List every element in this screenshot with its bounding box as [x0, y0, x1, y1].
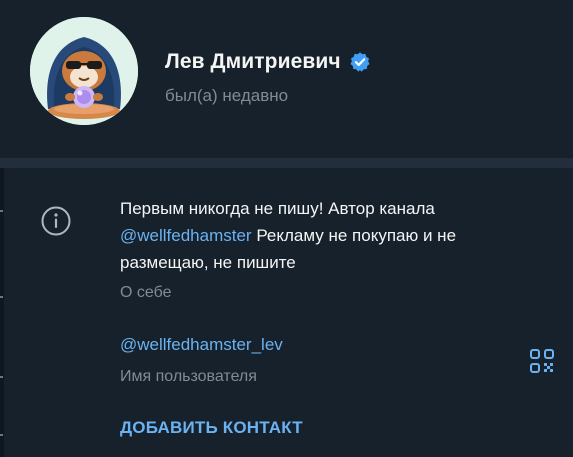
profile-info-section: Первым никогда не пишу! Автор канала @we…: [4, 168, 573, 457]
edge-mark: [0, 376, 3, 378]
bio-line: Первым никогда не пишу! Автор канала: [120, 199, 435, 218]
bio-text: Первым никогда не пишу! Автор канала @we…: [120, 195, 540, 276]
edge-mark: [0, 210, 3, 212]
verified-badge-icon: [350, 52, 370, 72]
profile-name: Лев Дмитриевич: [165, 50, 341, 73]
last-seen-status: был(а) недавно: [165, 86, 289, 105]
section-divider: [0, 158, 573, 168]
channel-mention-link[interactable]: @wellfedhamster: [120, 226, 252, 245]
name-row: Лев Дмитриевич: [165, 48, 371, 76]
qr-code-icon[interactable]: [529, 348, 555, 374]
avatar[interactable]: [30, 17, 138, 125]
bio-caption: О себе: [120, 284, 172, 301]
edge-mark: [0, 434, 3, 436]
add-contact-button[interactable]: ДОБАВИТЬ КОНТАКТ: [120, 418, 303, 438]
bio-line-text: Рекламу не покупаю и не: [251, 226, 457, 245]
username-caption: Имя пользователя: [120, 368, 257, 385]
profile-header: Лев Дмитриевич был(а) недавно: [0, 0, 573, 158]
bio-line: размещаю, не пишите: [120, 253, 296, 272]
bio-line: @wellfedhamster Рекламу не покупаю и не: [120, 222, 540, 249]
info-icon: [41, 206, 71, 236]
username-link[interactable]: @wellfedhamster_lev: [120, 335, 283, 355]
hamster-avatar-icon: [30, 17, 138, 125]
profile-page: Лев Дмитриевич был(а) недавно Первым ник…: [0, 0, 573, 457]
edge-mark: [0, 296, 3, 298]
